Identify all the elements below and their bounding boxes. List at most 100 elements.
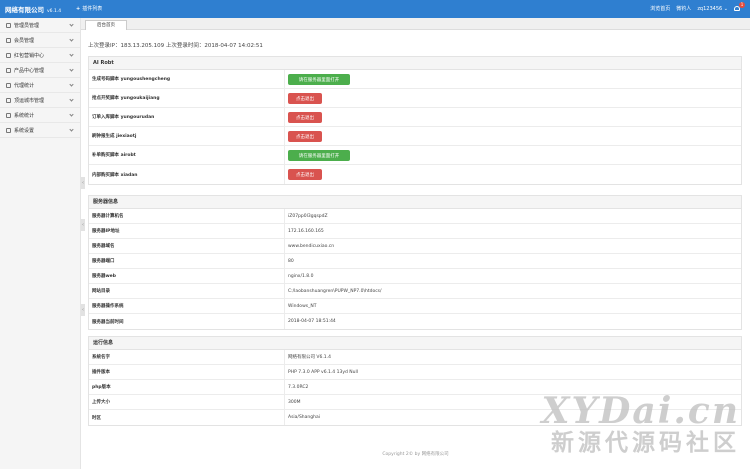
brand-version: v6.1.4: [47, 9, 62, 14]
sidebar-item-settings[interactable]: 系统设置: [0, 123, 80, 138]
row-value: www.bendicuxiao.cn: [288, 243, 335, 249]
user-menu[interactable]: zq123456 ⌄: [697, 6, 728, 12]
gear-icon: [6, 127, 11, 133]
chevron-down-icon: ⌄: [723, 5, 728, 12]
row-label: 上传大小: [89, 395, 285, 409]
table-row: 服务器操作系统 Windows_NT: [89, 299, 741, 314]
row-label: 服务器当前时间: [89, 314, 285, 329]
collapse-left-icon[interactable]: ‹: [81, 177, 85, 189]
row-value: PHP 7.3.0 APP v6.1.4 13yd Null: [288, 369, 358, 375]
table-row: 刷钟报生成 jiexiaotj 点击退出: [89, 127, 741, 146]
plugin-menu-label: 插件列表: [82, 6, 103, 12]
row-label: 服务器web: [89, 269, 285, 283]
chart-icon: [6, 82, 11, 88]
plus-icon: +: [76, 6, 81, 12]
row-value: C:/laobanshuangren\PUPW_NP7.0\htdocs/: [288, 288, 382, 294]
sidebar-item-agent-stats[interactable]: 代理统计: [0, 78, 80, 93]
collapse-left-icon[interactable]: ‹: [81, 304, 85, 316]
table-row: 服务器IP地址 172.16.160.165: [89, 224, 741, 239]
sidebar-item-admin[interactable]: 管理员管理: [0, 18, 80, 33]
sidebar-item-label: 产品中心管理: [14, 67, 45, 74]
watermark-domain: XYDai.cn: [541, 390, 740, 432]
chevron-down-icon: [69, 112, 74, 117]
tab-home[interactable]: 后台首页: [85, 20, 127, 30]
scripts-panel: AI Robt 生成号码脚本 yungoushengcheng 请在服务器里面打开…: [88, 56, 742, 185]
row-label: 网站目录: [89, 284, 285, 298]
sidebar-item-label: 会员管理: [14, 37, 35, 44]
sidebar-item-label: 系统设置: [14, 127, 35, 134]
table-row: 服务器端口 80: [89, 254, 741, 269]
row-label: 插件版本: [89, 365, 285, 379]
table-row: 插件版本 PHP 7.3.0 APP v6.1.4 13yd Null: [89, 365, 741, 380]
chevron-down-icon: [69, 37, 74, 42]
watermark: XYDai.cn 新源代源码社区: [542, 392, 740, 456]
sidebar-item-members[interactable]: 会员管理: [0, 33, 80, 48]
row-value: 2018-04-07 18:51:44: [288, 319, 336, 324]
panel-title: AI Robt: [89, 57, 741, 70]
sidebar-item-products[interactable]: 产品中心管理: [0, 63, 80, 78]
box-icon: [6, 67, 11, 73]
row-value: 80: [288, 258, 294, 264]
server-info-panel: 服务器信息 服务器计算机名 iZ07pp0l3gqspdZ 服务器IP地址 172.…: [88, 195, 742, 330]
notification-bell[interactable]: 1: [734, 2, 745, 12]
row-label: 补单购买脚本 airobt: [89, 146, 285, 164]
city-icon: [6, 97, 11, 103]
row-label: 内部购买脚本 xiadan: [89, 165, 285, 184]
row-label: php版本: [89, 380, 285, 394]
sidebar-item-label: 红包营销中心: [14, 52, 45, 59]
users-icon: [6, 37, 11, 43]
table-row: 生成号码脚本 yungoushengcheng 请在服务器里面打开: [89, 70, 741, 89]
table-row: 服务器计算机名 iZ07pp0l3gqspdZ: [89, 209, 741, 224]
table-row: 网站目录 C:/laobanshuangren\PUPW_NP7.0\htdocs…: [89, 284, 741, 299]
sidebar-item-label: 管理员管理: [14, 22, 40, 29]
table-row: 补单购买脚本 airobt 请在服务器里面打开: [89, 146, 741, 165]
row-value: Windows_NT: [288, 303, 317, 309]
row-value: 172.16.160.165: [288, 228, 324, 234]
chevron-down-icon: [69, 97, 74, 102]
row-value: nginx/1.8.0: [288, 273, 314, 279]
sidebar-item-label: 系统统计: [14, 112, 35, 119]
chevron-down-icon: [69, 22, 74, 27]
panel-title: 运行信息: [89, 337, 741, 350]
gift-icon: [6, 52, 11, 58]
exit-button[interactable]: 点击退出: [288, 92, 322, 104]
exit-button[interactable]: 点击退出: [288, 130, 322, 142]
user-name: zq123456: [697, 5, 723, 12]
row-value: 网络有限公司 V6.1.4: [288, 355, 331, 360]
login-info: 上次登录IP：183.13.205.109 上次登录时间：2018-04-07 …: [88, 43, 263, 49]
row-label: 服务器域名: [89, 239, 285, 253]
sidebar-item-city[interactable]: 顶运城市管理: [0, 93, 80, 108]
top-right-links: 浏览首页 微钓人 zq123456 ⌄ 1: [650, 2, 745, 12]
chevron-down-icon: [69, 67, 74, 72]
open-on-server-button[interactable]: 请在服务器里面打开: [288, 73, 350, 85]
table-row: 服务器web nginx/1.8.0: [89, 269, 741, 284]
row-label: 时区: [89, 410, 285, 425]
browse-home-link[interactable]: 浏览首页: [650, 5, 670, 12]
table-row: 服务器当前时间 2018-04-07 18:51:44: [89, 314, 741, 329]
exit-button[interactable]: 点击退出: [288, 111, 322, 123]
panel-title: 服务器信息: [89, 196, 741, 209]
chevron-down-icon: [69, 52, 74, 57]
row-label: 刷钟报生成 jiexiaotj: [89, 127, 285, 145]
row-label: 服务器计算机名: [89, 209, 285, 223]
open-on-server-button[interactable]: 请在服务器里面打开: [288, 149, 350, 161]
sidebar-item-label: 顶运城市管理: [14, 97, 45, 104]
sidebar-item-redpacket[interactable]: 红包营销中心: [0, 48, 80, 63]
table-row: 订单入库脚本 yungourudan 点击退出: [89, 108, 741, 127]
stats-icon: [6, 112, 11, 118]
chevron-down-icon: [69, 82, 74, 87]
brand[interactable]: 网络有限公司 v6.1.4: [5, 4, 61, 14]
sidebar-item-system-stats[interactable]: 系统统计: [0, 108, 80, 123]
row-label: 订单入库脚本 yungourudan: [89, 108, 285, 126]
brand-name: 网络有限公司: [5, 6, 44, 14]
row-value: iZ07pp0l3gqspdZ: [288, 213, 328, 219]
collapse-left-icon[interactable]: ‹: [81, 219, 85, 231]
exit-button[interactable]: 点击退出: [288, 169, 322, 180]
tab-bar: 后台首页: [81, 18, 750, 30]
row-label: 服务器操作系统: [89, 299, 285, 313]
plugin-menu[interactable]: + 插件列表: [76, 5, 102, 12]
row-label: 生成号码脚本 yungoushengcheng: [89, 70, 285, 88]
user-icon: [6, 22, 11, 28]
weidiaoren-link[interactable]: 微钓人: [676, 5, 691, 12]
row-label: 系统名字: [89, 350, 285, 364]
